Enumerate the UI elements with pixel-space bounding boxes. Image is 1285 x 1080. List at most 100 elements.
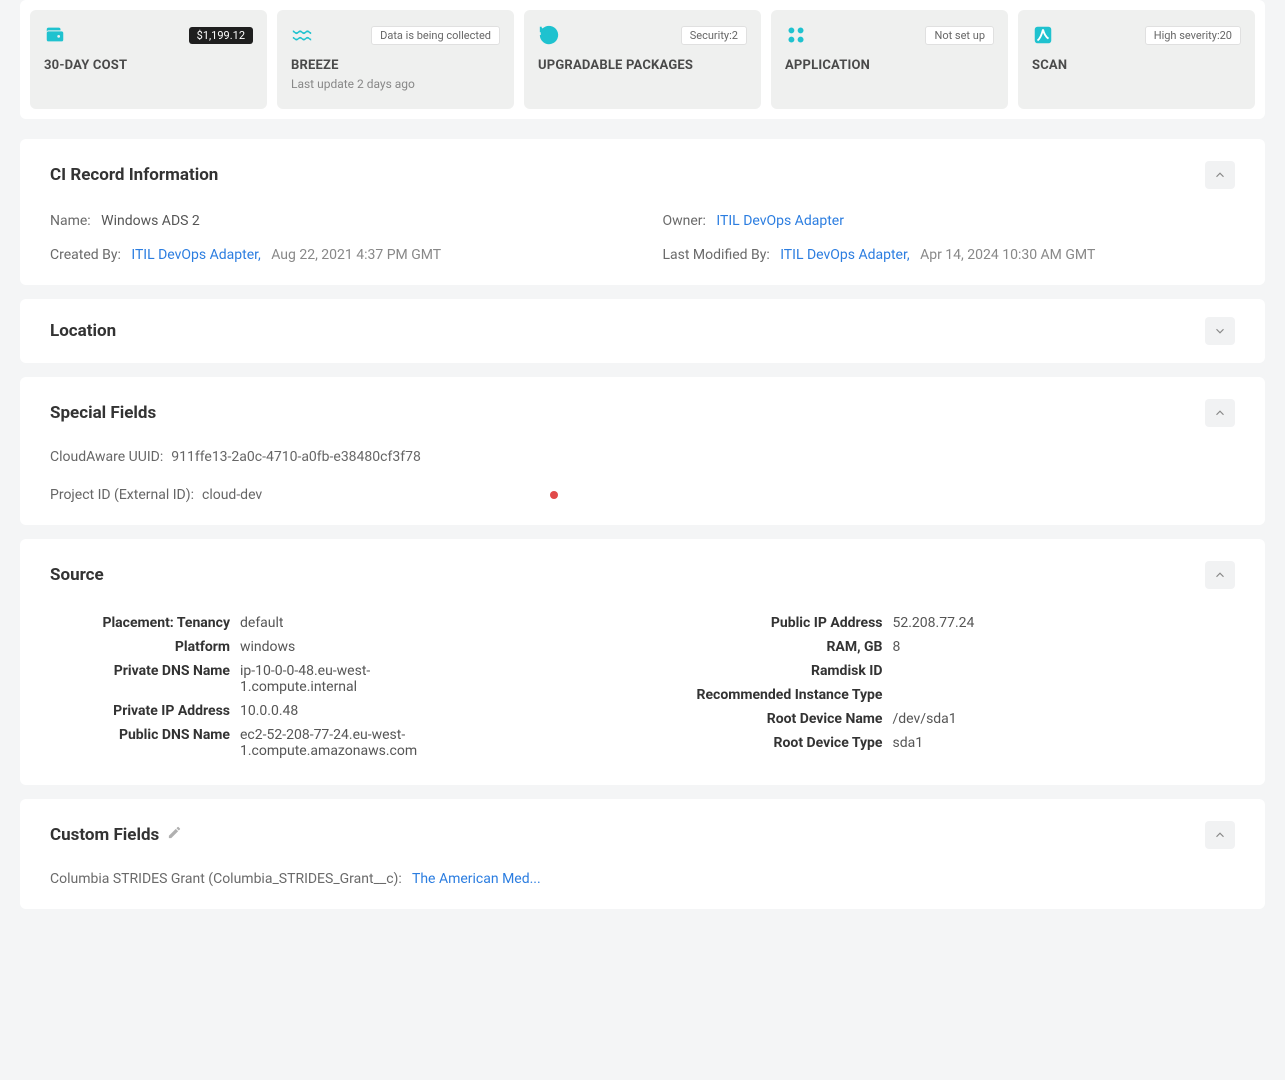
owner-link[interactable]: ITIL DevOps Adapter <box>716 213 844 229</box>
chevron-up-icon <box>1213 568 1227 582</box>
field-label: Placement: Tenancy <box>50 615 240 631</box>
field-value: cloud-dev <box>202 487 262 503</box>
private-dns-row: Private DNS Name ip-10-0-0-48.eu-west-1.… <box>50 659 623 699</box>
collapse-button[interactable] <box>1205 399 1235 427</box>
wave-icon <box>291 24 313 46</box>
card-title: 30-DAY COST <box>44 58 253 73</box>
field-label: Public IP Address <box>663 615 893 631</box>
panel-title: Source <box>50 565 104 585</box>
panel-location: Location <box>20 299 1265 363</box>
ci-created-by: Created By: ITIL DevOps Adapter, Aug 22,… <box>50 247 623 263</box>
status-dot-icon <box>550 491 558 499</box>
application-badge: Not set up <box>925 26 994 45</box>
field-label: Created By: <box>50 247 121 263</box>
panel-title: Location <box>50 321 116 341</box>
field-value: ec2-52-208-77-24.eu-west-1.compute.amazo… <box>240 727 440 759</box>
panel-custom-fields: Custom Fields Columbia STRIDES Grant (Co… <box>20 799 1265 909</box>
grant-link[interactable]: The American Med... <box>412 871 541 887</box>
modified-by-link[interactable]: ITIL DevOps Adapter, <box>780 247 909 263</box>
collapse-button[interactable] <box>1205 821 1235 849</box>
field-label: Ramdisk ID <box>663 663 893 679</box>
card-scan[interactable]: High severity:20 SCAN <box>1018 10 1255 109</box>
field-value: 8 <box>893 639 901 655</box>
field-label: Name: <box>50 213 91 229</box>
card-sub: Last update 2 days ago <box>291 77 500 91</box>
field-value: Windows ADS 2 <box>101 213 200 229</box>
field-label: Platform <box>50 639 240 655</box>
field-label: Last Modified By: <box>663 247 770 263</box>
field-value: windows <box>240 639 295 655</box>
ci-name: Name: Windows ADS 2 <box>50 213 623 229</box>
field-label: Root Device Name <box>663 711 893 727</box>
ci-modified-by: Last Modified By: ITIL DevOps Adapter, A… <box>663 247 1236 263</box>
card-title: BREEZE <box>291 58 500 73</box>
summary-card-row: $1,199.12 30-DAY COST Data is being coll… <box>20 0 1265 119</box>
cost-badge: $1,199.12 <box>189 27 253 44</box>
edit-icon[interactable] <box>167 825 182 845</box>
field-value: ip-10-0-0-48.eu-west-1.compute.internal <box>240 663 440 695</box>
public-ip-row: Public IP Address 52.208.77.24 <box>663 611 1236 635</box>
breeze-badge: Data is being collected <box>371 26 500 45</box>
cloudaware-uuid-row: CloudAware UUID: 911ffe13-2a0c-4710-a0fb… <box>50 449 1235 465</box>
field-value: 10.0.0.48 <box>240 703 298 719</box>
public-dns-row: Public DNS Name ec2-52-208-77-24.eu-west… <box>50 723 623 763</box>
ramdisk-row: Ramdisk ID <box>663 659 1236 683</box>
history-icon <box>538 24 560 46</box>
chevron-up-icon <box>1213 828 1227 842</box>
chevron-up-icon <box>1213 168 1227 182</box>
field-label: Public DNS Name <box>50 727 240 743</box>
project-id-row: Project ID (External ID): cloud-dev <box>50 487 1235 503</box>
field-value: 52.208.77.24 <box>893 615 975 631</box>
field-label: Project ID (External ID): <box>50 487 194 503</box>
chevron-up-icon <box>1213 406 1227 420</box>
placement-tenancy-row: Placement: Tenancy default <box>50 611 623 635</box>
panel-title: Custom Fields <box>50 825 159 845</box>
field-value: 911ffe13-2a0c-4710-a0fb-e38480cf3f78 <box>171 449 421 465</box>
field-label: Root Device Type <box>663 735 893 751</box>
field-label: Columbia STRIDES Grant (Columbia_STRIDES… <box>50 871 402 887</box>
platform-row: Platform windows <box>50 635 623 659</box>
upgradable-badge: Security:2 <box>681 26 747 45</box>
collapse-button[interactable] <box>1205 161 1235 189</box>
field-label: RAM, GB <box>663 639 893 655</box>
panel-title: Special Fields <box>50 403 156 423</box>
ci-owner: Owner: ITIL DevOps Adapter <box>663 213 1236 229</box>
field-value: /dev/sda1 <box>893 711 957 727</box>
created-by-time: Aug 22, 2021 4:37 PM GMT <box>271 247 441 263</box>
private-ip-row: Private IP Address 10.0.0.48 <box>50 699 623 723</box>
card-title: SCAN <box>1032 58 1241 73</box>
source-left-col: Placement: Tenancy default Platform wind… <box>50 611 623 763</box>
field-label: Recommended Instance Type <box>663 687 893 703</box>
source-right-col: Public IP Address 52.208.77.24 RAM, GB 8… <box>663 611 1236 763</box>
recommended-instance-row: Recommended Instance Type <box>663 683 1236 707</box>
field-label: CloudAware UUID: <box>50 449 163 465</box>
field-label: Private IP Address <box>50 703 240 719</box>
root-device-name-row: Root Device Name /dev/sda1 <box>663 707 1236 731</box>
created-by-link[interactable]: ITIL DevOps Adapter, <box>131 247 260 263</box>
panel-source: Source Placement: Tenancy default Platfo… <box>20 539 1265 785</box>
apps-icon <box>785 24 807 46</box>
modified-by-time: Apr 14, 2024 10:30 AM GMT <box>920 247 1095 263</box>
card-application[interactable]: Not set up APPLICATION <box>771 10 1008 109</box>
panel-title: CI Record Information <box>50 165 218 185</box>
card-30-day-cost[interactable]: $1,199.12 30-DAY COST <box>30 10 267 109</box>
card-breeze[interactable]: Data is being collected BREEZE Last upda… <box>277 10 514 109</box>
field-value: default <box>240 615 284 631</box>
field-label: Owner: <box>663 213 706 229</box>
custom-grant-row: Columbia STRIDES Grant (Columbia_STRIDES… <box>50 871 1235 887</box>
panel-special-fields: Special Fields CloudAware UUID: 911ffe13… <box>20 377 1265 525</box>
wallet-icon <box>44 24 66 46</box>
field-value: sda1 <box>893 735 924 751</box>
collapse-button[interactable] <box>1205 561 1235 589</box>
expand-button[interactable] <box>1205 317 1235 345</box>
chevron-down-icon <box>1213 324 1227 338</box>
card-upgradable-packages[interactable]: Security:2 UPGRADABLE PACKAGES <box>524 10 761 109</box>
scan-icon <box>1032 24 1054 46</box>
card-title: UPGRADABLE PACKAGES <box>538 58 747 73</box>
panel-ci-record: CI Record Information Name: Windows ADS … <box>20 139 1265 285</box>
field-label: Private DNS Name <box>50 663 240 679</box>
ram-row: RAM, GB 8 <box>663 635 1236 659</box>
card-title: APPLICATION <box>785 58 994 73</box>
root-device-type-row: Root Device Type sda1 <box>663 731 1236 755</box>
scan-badge: High severity:20 <box>1145 26 1241 45</box>
